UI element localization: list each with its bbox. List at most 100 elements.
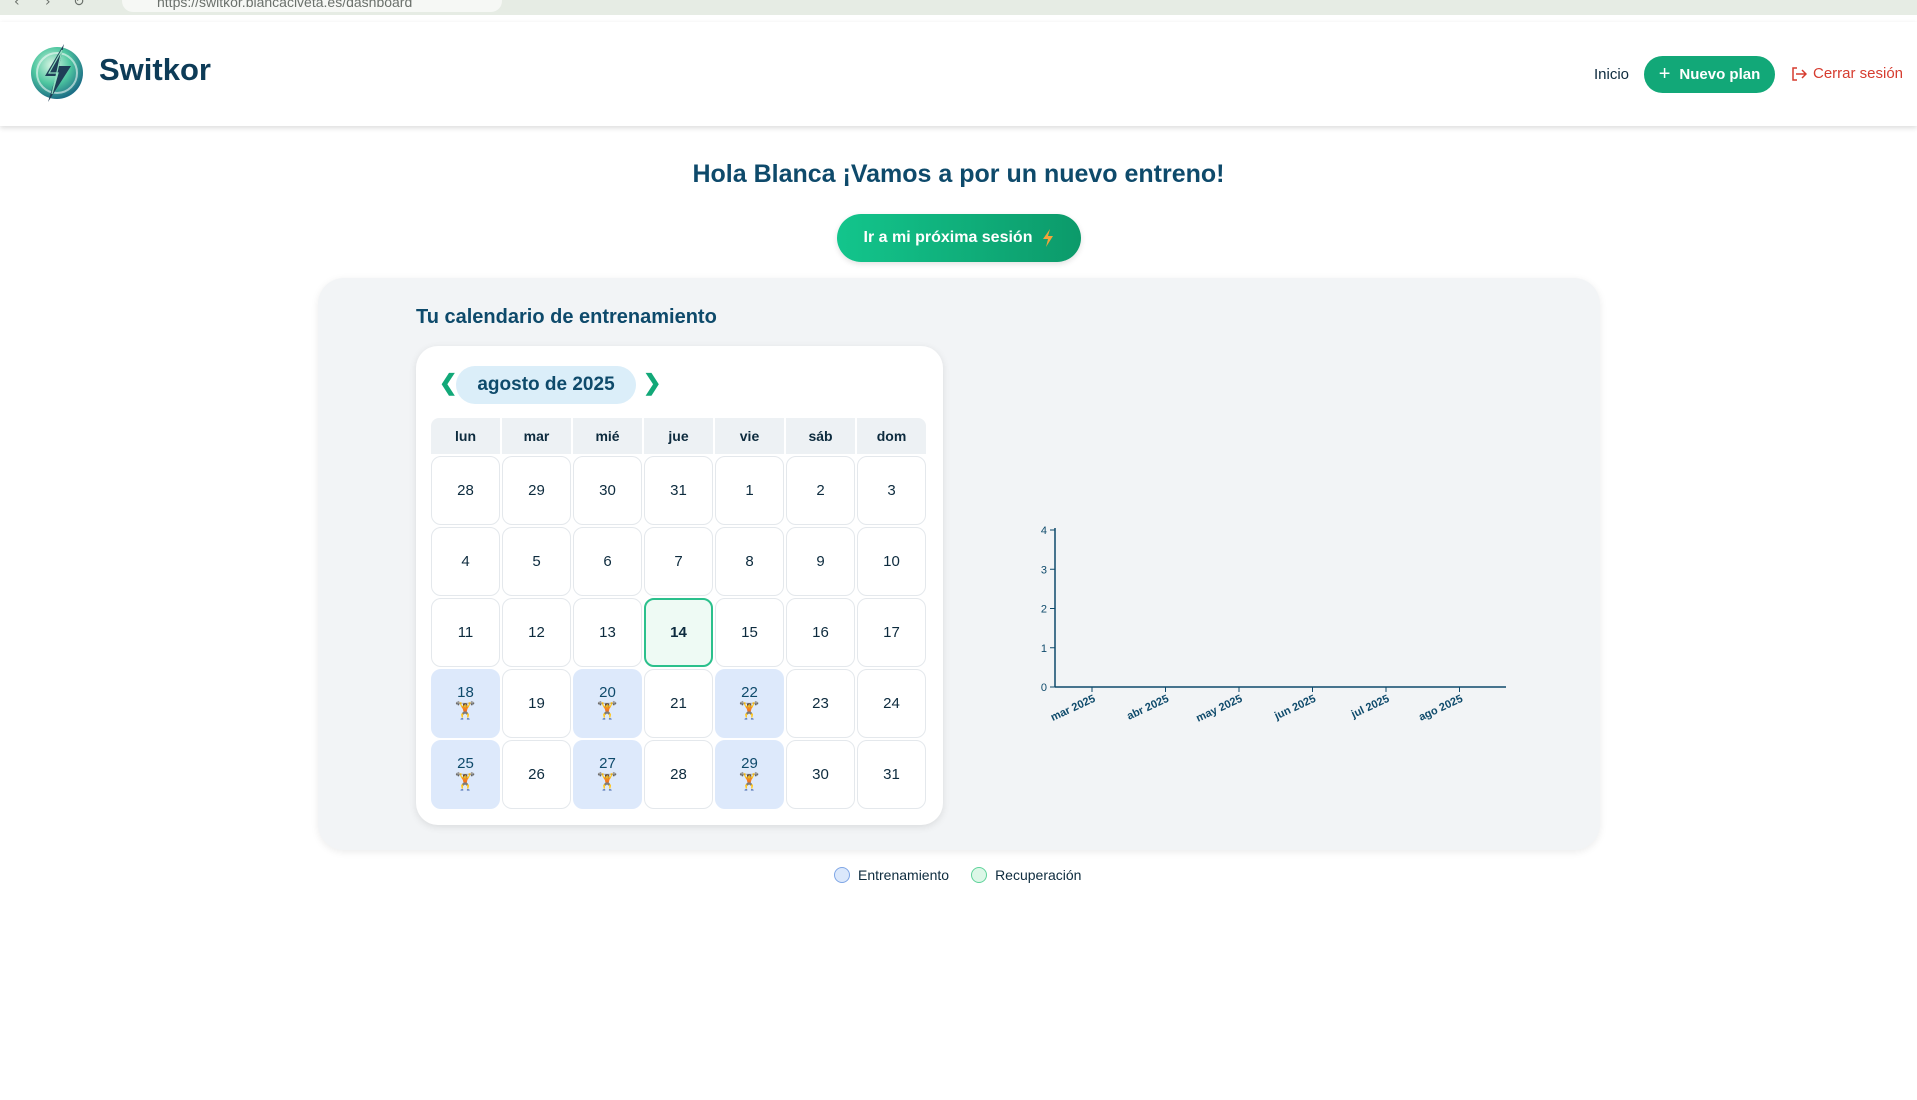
calendar-day[interactable]: 1 bbox=[715, 456, 784, 525]
weekday-header: lun mar mié jue vie sáb dom bbox=[431, 418, 928, 454]
day-number: 2 bbox=[816, 482, 825, 499]
calendar-day[interactable]: 31 bbox=[644, 456, 713, 525]
calendar-legend: Entrenamiento Recuperación bbox=[834, 867, 1081, 883]
calendar-day[interactable]: 19 bbox=[502, 669, 571, 738]
weekday-label: mar bbox=[502, 418, 571, 454]
calendar-day-today[interactable]: 14 bbox=[644, 598, 713, 667]
browser-address-bar: ‹ › ↻ https://switkor.blancaclveta.es/da… bbox=[0, 0, 1917, 15]
weekday-label: sáb bbox=[786, 418, 855, 454]
calendar-day[interactable]: 24 bbox=[857, 669, 926, 738]
calendar-day-training[interactable]: 18 🏋 bbox=[431, 669, 500, 738]
weightlifter-icon: 🏋 bbox=[596, 772, 619, 792]
weekday-label: jue bbox=[644, 418, 713, 454]
day-number: 18 bbox=[457, 684, 474, 701]
calendar-title: Tu calendario de entrenamiento bbox=[416, 306, 717, 328]
calendar-day[interactable]: 6 bbox=[573, 527, 642, 596]
x-tick-label: abr 2025 bbox=[1125, 693, 1171, 723]
calendar-day[interactable]: 11 bbox=[431, 598, 500, 667]
back-icon[interactable]: ‹ bbox=[14, 0, 20, 10]
weekday-label: mié bbox=[573, 418, 642, 454]
day-number: 31 bbox=[883, 766, 900, 783]
calendar-day[interactable]: 10 bbox=[857, 527, 926, 596]
calendar-day[interactable]: 23 bbox=[786, 669, 855, 738]
calendar-day[interactable]: 28 bbox=[431, 456, 500, 525]
calendar-day[interactable]: 9 bbox=[786, 527, 855, 596]
day-number: 31 bbox=[670, 482, 687, 499]
day-number: 7 bbox=[674, 553, 683, 570]
day-number: 21 bbox=[670, 695, 687, 712]
day-number: 3 bbox=[887, 482, 896, 499]
calendar-day[interactable]: 30 bbox=[786, 740, 855, 809]
lightning-icon bbox=[1043, 229, 1054, 247]
weightlifter-icon: 🏋 bbox=[454, 701, 477, 721]
calendar-day[interactable]: 29 bbox=[502, 456, 571, 525]
y-tick-label: 4 bbox=[1041, 525, 1047, 537]
next-month-button[interactable]: ❯ bbox=[643, 370, 661, 396]
calendar-day[interactable]: 15 bbox=[715, 598, 784, 667]
calendar-day[interactable]: 4 bbox=[431, 527, 500, 596]
logout-button[interactable]: Cerrar sesión bbox=[1791, 65, 1903, 82]
day-number: 26 bbox=[528, 766, 545, 783]
weekday-label: lun bbox=[431, 418, 500, 454]
calendar-day-training[interactable]: 29 🏋 bbox=[715, 740, 784, 809]
app-header: Switkor Inicio + Nuevo plan Cerrar sesió… bbox=[0, 22, 1917, 126]
weightlifter-icon: 🏋 bbox=[738, 772, 761, 792]
x-tick-label: may 2025 bbox=[1194, 693, 1244, 725]
day-number: 30 bbox=[599, 482, 616, 499]
calendar-day[interactable]: 28 bbox=[644, 740, 713, 809]
day-number: 8 bbox=[745, 553, 754, 570]
logout-label: Cerrar sesión bbox=[1813, 65, 1904, 82]
calendar-day[interactable]: 12 bbox=[502, 598, 571, 667]
calendar-day[interactable]: 16 bbox=[786, 598, 855, 667]
url-text: https://switkor.blancaclveta.es/dashboar… bbox=[157, 0, 413, 10]
nav-home-link[interactable]: Inicio bbox=[1594, 66, 1629, 83]
calendar-day[interactable]: 13 bbox=[573, 598, 642, 667]
calendar-day[interactable]: 30 bbox=[573, 456, 642, 525]
day-number: 4 bbox=[461, 553, 470, 570]
legend-label: Entrenamiento bbox=[858, 867, 950, 883]
day-number: 12 bbox=[528, 624, 545, 641]
x-tick-label: mar 2025 bbox=[1049, 693, 1097, 724]
calendar-day[interactable]: 17 bbox=[857, 598, 926, 667]
brand-name: Switkor bbox=[99, 52, 211, 87]
calendar-day[interactable]: 2 bbox=[786, 456, 855, 525]
day-number: 10 bbox=[883, 553, 900, 570]
y-tick-label: 2 bbox=[1041, 604, 1047, 616]
new-plan-button[interactable]: + Nuevo plan bbox=[1644, 56, 1775, 93]
new-plan-label: Nuevo plan bbox=[1679, 66, 1761, 83]
calendar-day[interactable]: 3 bbox=[857, 456, 926, 525]
logo-icon bbox=[31, 44, 83, 102]
calendar-day[interactable]: 21 bbox=[644, 669, 713, 738]
weekday-label: vie bbox=[715, 418, 784, 454]
y-tick-label: 1 bbox=[1041, 643, 1047, 655]
reload-icon[interactable]: ↻ bbox=[73, 0, 85, 10]
calendar-day-training[interactable]: 25 🏋 bbox=[431, 740, 500, 809]
day-number: 22 bbox=[741, 684, 758, 701]
month-label[interactable]: agosto de 2025 bbox=[456, 366, 636, 404]
plus-icon: + bbox=[1658, 62, 1671, 85]
day-number: 24 bbox=[883, 695, 900, 712]
day-number: 1 bbox=[745, 482, 754, 499]
calendar-day-training[interactable]: 22 🏋 bbox=[715, 669, 784, 738]
calendar-day[interactable]: 5 bbox=[502, 527, 571, 596]
day-number: 23 bbox=[812, 695, 829, 712]
calendar-day-training[interactable]: 20 🏋 bbox=[573, 669, 642, 738]
day-number: 6 bbox=[603, 553, 612, 570]
calendar-day-training[interactable]: 27 🏋 bbox=[573, 740, 642, 809]
legend-label: Recuperación bbox=[995, 867, 1082, 883]
calendar-day[interactable]: 8 bbox=[715, 527, 784, 596]
day-number: 30 bbox=[812, 766, 829, 783]
weekday-label: dom bbox=[857, 418, 926, 454]
calendar-day[interactable]: 7 bbox=[644, 527, 713, 596]
x-tick-label: jun 2025 bbox=[1272, 693, 1318, 723]
next-session-button[interactable]: Ir a mi próxima sesión bbox=[837, 214, 1081, 262]
forward-icon[interactable]: › bbox=[45, 0, 51, 10]
calendar-day[interactable]: 26 bbox=[502, 740, 571, 809]
prev-month-button[interactable]: ❮ bbox=[439, 370, 457, 396]
calendar-day[interactable]: 31 bbox=[857, 740, 926, 809]
monthly-training-chart: 0 1 2 3 4 mar 2025 abr 2025 may 2025 jun 2025 jul… bbox=[1041, 525, 1506, 725]
day-number: 9 bbox=[816, 553, 825, 570]
day-number: 15 bbox=[741, 624, 758, 641]
day-number: 13 bbox=[599, 624, 616, 641]
x-tick-label: ago 2025 bbox=[1417, 693, 1465, 724]
